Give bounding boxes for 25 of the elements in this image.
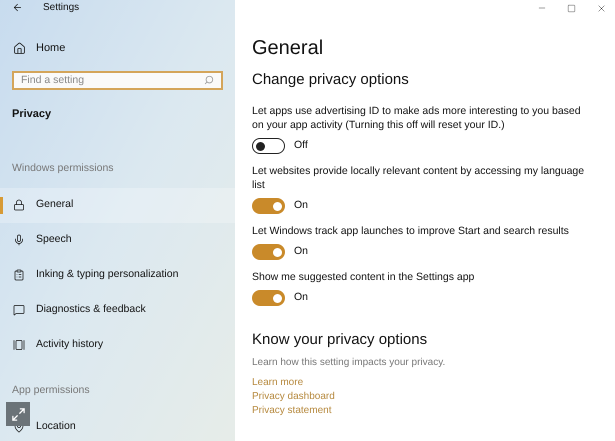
- toggle-state: Off: [294, 138, 308, 154]
- home-link[interactable]: Home: [36, 40, 66, 56]
- option-description: Let Windows track app launches to improve Start and search results: [252, 224, 570, 238]
- nav-item[interactable]: Activity history: [0, 328, 235, 362]
- nav-item[interactable]: Speech: [0, 222, 235, 258]
- toggle-state: On: [294, 290, 308, 306]
- search-input[interactable]: Find a setting: [21, 72, 204, 88]
- search-field[interactable]: Find a setting: [12, 70, 223, 90]
- group-label: App permissions: [11, 382, 91, 398]
- toggle-state: On: [294, 244, 308, 260]
- nav-item[interactable]: Location: [0, 409, 235, 441]
- window-title: Settings: [43, 1, 80, 15]
- nav-item[interactable]: Inking & typing personalization: [0, 258, 235, 292]
- info-text: Learn how this setting impacts your privacy.: [252, 356, 446, 370]
- section-title: Privacy: [11, 107, 52, 122]
- page-title: General: [252, 36, 324, 61]
- nav-item[interactable]: Diagnostics & feedback: [0, 292, 235, 328]
- option-description: Show me suggested content in the Settings app: [252, 270, 476, 284]
- option-description: Let apps use advertising ID to make ads more interesting to you based on your app activity (Turning this off will reset your ID.): [252, 104, 582, 132]
- section-heading: Change privacy options: [252, 70, 410, 90]
- nav-item[interactable]: General: [0, 188, 235, 222]
- toggle-state: On: [294, 198, 308, 214]
- group-label: Windows permissions: [11, 160, 115, 176]
- section-heading: Know your privacy options: [252, 330, 428, 350]
- option-description: Let websites provide locally relevant content by accessing my language list: [252, 164, 586, 192]
